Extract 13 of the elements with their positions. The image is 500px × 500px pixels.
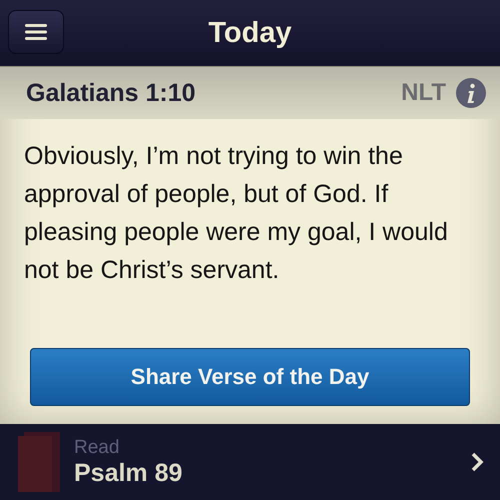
book-icon bbox=[18, 432, 60, 492]
reading-row[interactable]: Read Psalm 89 bbox=[0, 424, 500, 500]
menu-button[interactable] bbox=[8, 10, 64, 54]
screen-title: Today bbox=[208, 16, 292, 50]
share-button[interactable]: Share Verse of the Day bbox=[30, 348, 470, 406]
translation-label: NLT bbox=[401, 79, 446, 107]
info-icon[interactable] bbox=[456, 78, 486, 108]
read-caption: Read bbox=[74, 436, 120, 458]
verse-text: Obviously, I’m not trying to win the approval of people, but of God. If pleasing people were my goal, I would not be Christ’s servant. bbox=[24, 141, 449, 286]
verse-reference: Galatians 1:10 bbox=[26, 78, 196, 108]
menu-icon bbox=[25, 23, 47, 41]
reading-title: Psalm 89 bbox=[74, 458, 184, 488]
chevron-right-icon bbox=[470, 452, 484, 472]
